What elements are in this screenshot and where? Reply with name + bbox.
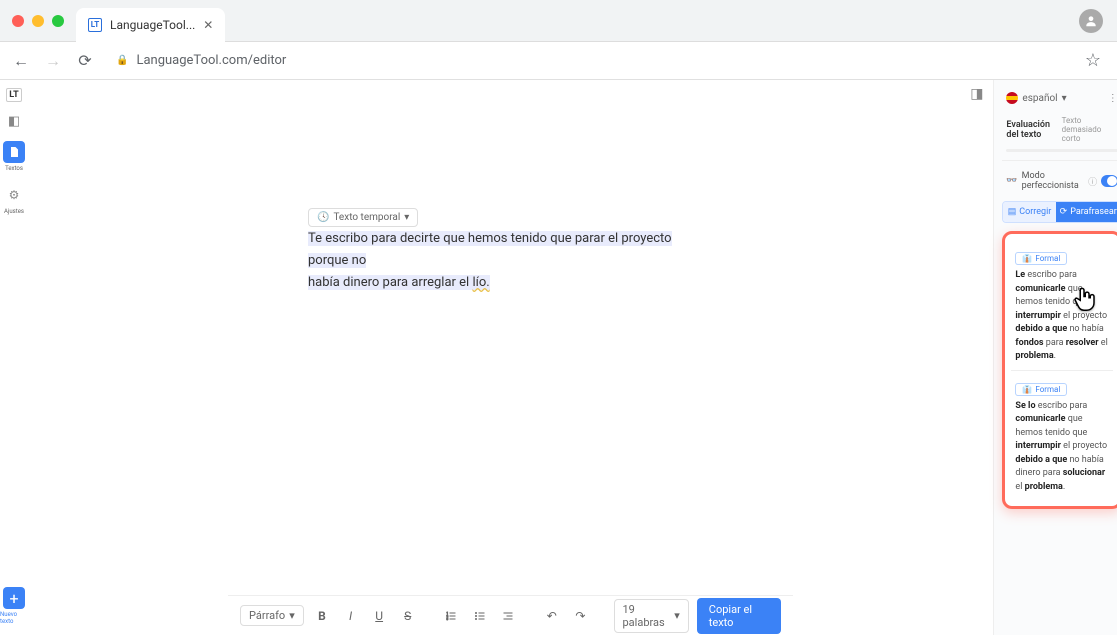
mode-correct-button[interactable]: ▤ Corregir <box>1003 202 1055 222</box>
suggestion-text-0: Le escribo para comunicarle que hemos te… <box>1015 269 1108 364</box>
badge-label-1: Formal <box>1035 385 1060 394</box>
suggestion-badge-formal: 👔 Formal <box>1015 252 1067 265</box>
app-logo[interactable]: LT <box>6 88 21 102</box>
ordered-list-button[interactable]: 123 <box>441 604 462 628</box>
tab-title: LanguageTool... <box>110 18 195 32</box>
undo-button[interactable]: ↶ <box>541 604 562 628</box>
evaluation-section: Evaluación del texto Texto demasiado cor… <box>1002 108 1117 161</box>
redo-button[interactable]: ↷ <box>570 604 591 628</box>
reload-button[interactable]: ⟳ <box>74 50 96 72</box>
svg-text:3: 3 <box>447 617 449 621</box>
browser-tab-bar: LT LanguageTool... ✕ <box>0 0 1117 42</box>
window-minimize-button[interactable] <box>32 15 44 27</box>
panel-menu-icon[interactable]: ⋮ <box>1108 93 1117 104</box>
editor-line-1: Te escribo para decirte que hemos tenido… <box>308 231 672 268</box>
main-topbar: ◨ <box>28 80 993 108</box>
info-icon[interactable]: ⓘ <box>1088 175 1097 188</box>
perfectionist-label: Modo perfeccionista <box>1022 171 1084 191</box>
paragraph-style-select[interactable]: Párrafo ▾ <box>240 605 304 626</box>
mode-switcher: ▤ Corregir ⟳ Parafrasear <box>1002 201 1117 223</box>
gear-icon: ⚙ <box>3 184 25 206</box>
bold-button[interactable]: B <box>312 604 333 628</box>
chevron-down-icon: ▾ <box>674 609 680 622</box>
rail-item-textos[interactable]: Textos <box>0 141 28 172</box>
bookmark-star-icon[interactable]: ☆ <box>1085 50 1101 71</box>
rail-new-text[interactable]: + Nuevo texto <box>0 587 28 625</box>
chevron-down-icon: ▾ <box>289 609 295 622</box>
tab-favicon: LT <box>88 18 102 32</box>
copy-button-label: Copiar el texto <box>709 603 752 629</box>
suggestion-text-1: Se lo escribo para comunicarle que hemos… <box>1015 400 1108 495</box>
suggestion-card[interactable]: 👔 Formal Le escribo para comunicarle que… <box>1011 240 1112 370</box>
mode-paraphrase-label: Parafrasear <box>1070 207 1117 217</box>
evaluation-progress-bar <box>1006 149 1117 152</box>
paragraph-label: Párrafo <box>249 609 285 622</box>
underline-button[interactable]: U <box>369 604 390 628</box>
language-label: español <box>1022 93 1057 104</box>
italic-button[interactable]: I <box>340 604 361 628</box>
browser-tab[interactable]: LT LanguageTool... ✕ <box>76 8 225 42</box>
browser-address-bar: ← → ⟳ 🔒 LanguageTool.com/editor ☆ <box>0 42 1117 80</box>
main-area: ◨ 🕓 Texto temporal ▾ Te escribo para dec… <box>28 80 993 635</box>
panel-toggle-right-icon[interactable]: ◨ <box>970 86 983 102</box>
panel-toggle-left-icon[interactable]: ◧ <box>8 114 20 129</box>
flag-spain-icon <box>1006 92 1018 104</box>
word-count-label: 19 palabras <box>623 603 671 629</box>
indent-button[interactable] <box>498 604 519 628</box>
language-selector[interactable]: español ▾ ⋮ <box>1002 88 1117 108</box>
mode-correct-label: Corregir <box>1019 207 1051 217</box>
temp-text-chip[interactable]: 🕓 Texto temporal ▾ <box>308 208 418 227</box>
editor-line-2a: había dinero para arreglar el <box>308 275 472 290</box>
chevron-down-icon: ▾ <box>1062 93 1067 104</box>
tie-icon: 👔 <box>1022 385 1032 394</box>
back-button[interactable]: ← <box>10 50 32 72</box>
perfectionist-toggle[interactable] <box>1101 175 1117 187</box>
word-count-chip[interactable]: 19 palabras ▾ <box>614 599 689 633</box>
editor-body[interactable]: 🕓 Texto temporal ▾ Te escribo para decir… <box>28 108 993 595</box>
paraphrase-icon: ⟳ <box>1060 207 1068 217</box>
right-panel: español ▾ ⋮ Evaluación del texto Texto d… <box>993 80 1117 635</box>
evaluation-status: Texto demasiado corto <box>1062 116 1117 143</box>
window-close-button[interactable] <box>12 15 24 27</box>
unordered-list-button[interactable] <box>469 604 490 628</box>
lock-icon: 🔒 <box>116 55 128 66</box>
chevron-down-icon: ▾ <box>404 212 409 223</box>
glasses-icon: 👓 <box>1006 176 1017 186</box>
tie-icon: 👔 <box>1022 254 1032 263</box>
suggestion-badge-formal: 👔 Formal <box>1015 383 1067 396</box>
editor-text-content[interactable]: Te escribo para decirte que hemos tenido… <box>308 228 713 294</box>
window-maximize-button[interactable] <box>52 15 64 27</box>
evaluation-title: Evaluación del texto <box>1006 120 1061 140</box>
app-container: LT ◧ Textos ⚙ Ajustes + Nuevo texto ◨ 🕓 … <box>0 80 1117 635</box>
correct-icon: ▤ <box>1008 207 1017 217</box>
mode-paraphrase-button[interactable]: ⟳ Parafrasear <box>1056 202 1117 222</box>
perfectionist-mode-row: 👓 Modo perfeccionista ⓘ <box>1002 161 1117 201</box>
copy-text-button[interactable]: Copiar el texto <box>697 598 782 634</box>
plus-icon: + <box>3 587 25 609</box>
tab-close-icon[interactable]: ✕ <box>203 18 213 32</box>
badge-label-0: Formal <box>1035 254 1060 263</box>
temp-chip-label: Texto temporal <box>333 212 400 223</box>
browser-profile-avatar[interactable] <box>1079 9 1103 33</box>
bottom-toolbar: Párrafo ▾ B I U S 123 ↶ ↷ 19 palabras <box>228 595 793 635</box>
window-controls <box>0 15 76 27</box>
clock-icon: 🕓 <box>317 212 329 223</box>
url-field[interactable]: 🔒 LanguageTool.com/editor <box>106 53 1075 68</box>
url-text: LanguageTool.com/editor <box>136 53 286 68</box>
strikethrough-button[interactable]: S <box>397 604 418 628</box>
paraphrase-suggestions-box: 👔 Formal Le escribo para comunicarle que… <box>1002 231 1117 509</box>
left-rail: LT ◧ Textos ⚙ Ajustes + Nuevo texto <box>0 80 28 635</box>
editor-error-word: lío. <box>472 275 489 290</box>
suggestion-card[interactable]: 👔 Formal Se lo escribo para comunicarle … <box>1011 370 1112 501</box>
rail-label-new: Nuevo texto <box>0 611 28 625</box>
rail-label-ajustes: Ajustes <box>4 208 24 215</box>
rail-item-ajustes[interactable]: ⚙ Ajustes <box>0 184 28 215</box>
document-icon <box>3 141 25 163</box>
forward-button[interactable]: → <box>42 50 64 72</box>
rail-label-textos: Textos <box>5 165 23 172</box>
